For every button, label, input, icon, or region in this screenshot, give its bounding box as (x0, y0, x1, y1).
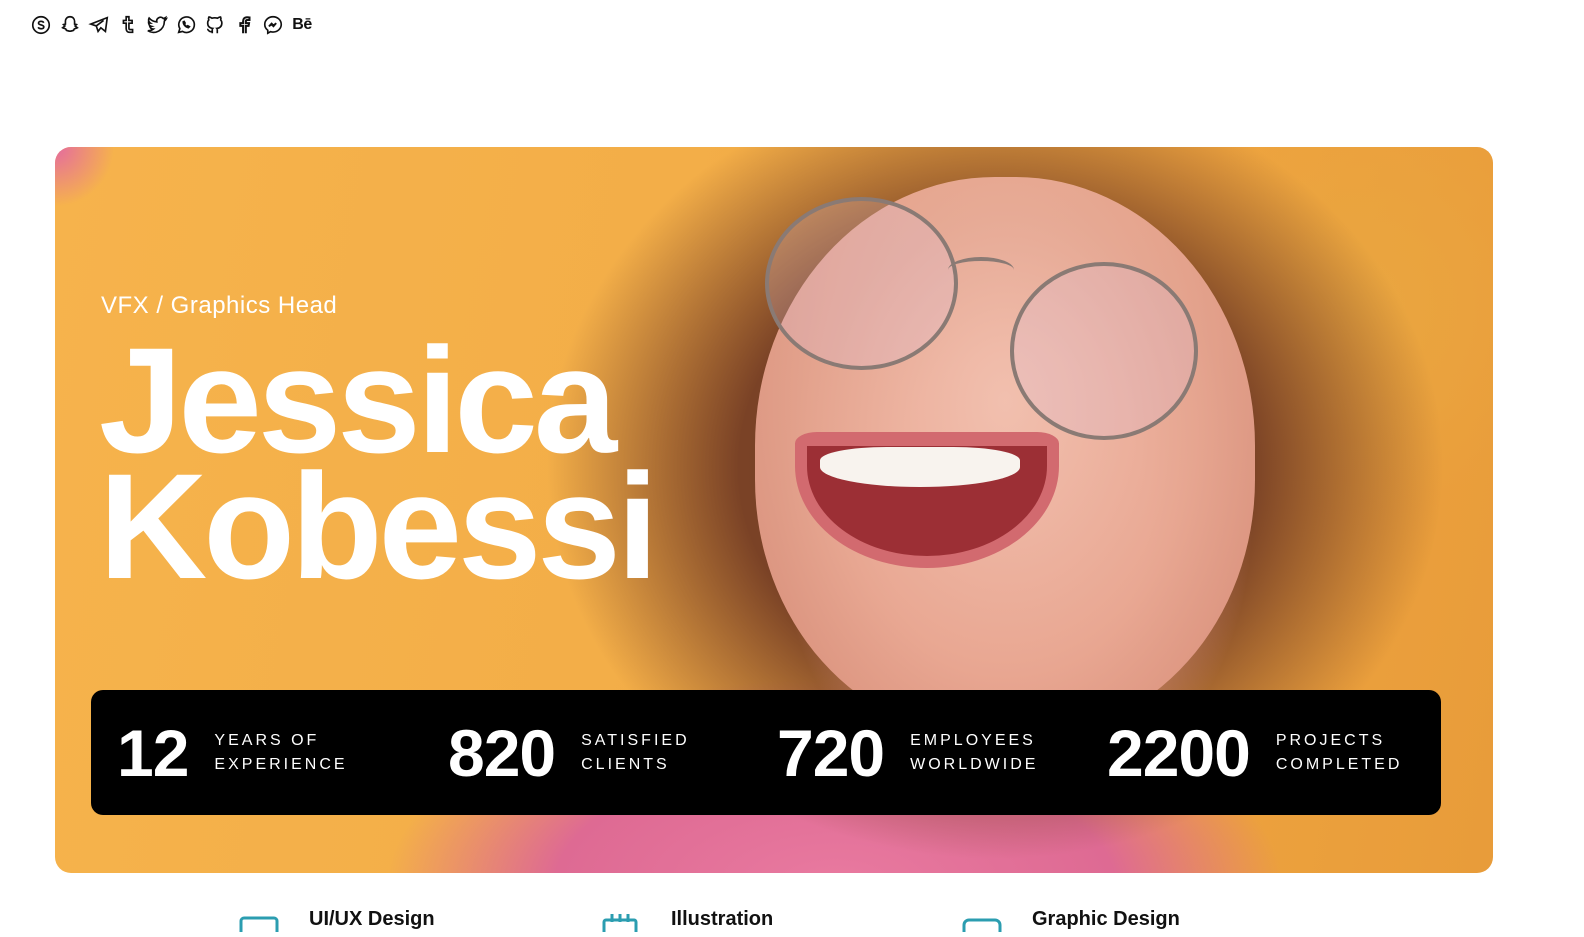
stat-label-line1: Years of (214, 731, 320, 749)
stat-label-line1: Employees (910, 731, 1036, 749)
stat-label-line1: Projects (1275, 731, 1386, 749)
stat-label-line2: Completed (1275, 755, 1403, 773)
stat-projects: 2200 Projects Completed (1107, 690, 1436, 815)
telegram-icon[interactable] (88, 13, 110, 37)
stat-value: 2200 (1107, 715, 1251, 790)
service-item-graphic-design[interactable]: Graphic Design (962, 906, 1180, 937)
twitter-icon[interactable] (146, 13, 168, 37)
service-item-illustration[interactable]: Illustration (601, 906, 774, 937)
tumblr-icon[interactable] (117, 13, 139, 37)
glasses-right-lens (1010, 262, 1198, 440)
facebook-icon[interactable] (233, 13, 255, 37)
hero-name: Jessica Kobessi (99, 325, 659, 610)
stat-clients: 820 Satisfied Clients (448, 690, 741, 815)
stats-bar: 12 Years of Experience 820 Satisfied Cli… (91, 690, 1441, 815)
stat-label-line2: Clients (581, 755, 670, 773)
hero-banner: VFX / Graphics Head Jessica Kobessi 12 Y… (55, 147, 1493, 873)
social-links-bar: Bē (30, 13, 313, 37)
service-title: Illustration (671, 908, 774, 930)
skype-icon[interactable] (30, 13, 52, 37)
stat-value: 820 (448, 715, 556, 790)
calendar-icon (601, 906, 641, 937)
stat-label: Employees Worldwide (910, 729, 1070, 777)
stat-employees: 720 Employees Worldwide (777, 690, 1070, 815)
glasses-bridge (948, 257, 1014, 283)
behance-icon[interactable]: Bē (291, 13, 313, 37)
stat-label-line1: Satisfied (581, 731, 690, 749)
stat-label-line2: Worldwide (910, 755, 1039, 773)
github-icon[interactable] (204, 13, 226, 37)
stat-value: 720 (777, 715, 885, 790)
hero-last-name: Kobessi (99, 442, 659, 610)
stat-value: 12 (117, 715, 189, 790)
snapchat-icon[interactable] (59, 13, 81, 37)
service-title: Graphic Design (1032, 908, 1180, 930)
service-title: UI/UX Design (309, 908, 435, 930)
stat-label-line2: Experience (214, 755, 348, 773)
stat-label: Satisfied Clients (581, 729, 741, 777)
stat-label: Years of Experience (214, 729, 374, 777)
stat-label: Projects Completed (1276, 729, 1436, 777)
monitor-icon (962, 906, 1002, 937)
stat-years: 12 Years of Experience (117, 690, 374, 815)
hero-photo-corner (55, 147, 115, 207)
messenger-icon[interactable] (262, 13, 284, 37)
whatsapp-icon[interactable] (175, 13, 197, 37)
service-item-uiux[interactable]: UI/UX Design (239, 906, 435, 937)
monitor-icon (239, 906, 279, 937)
services-row: UI/UX Design Illustration Graphic Design (0, 906, 1584, 937)
glasses-left-lens (765, 197, 958, 370)
portrait-teeth (820, 447, 1020, 487)
